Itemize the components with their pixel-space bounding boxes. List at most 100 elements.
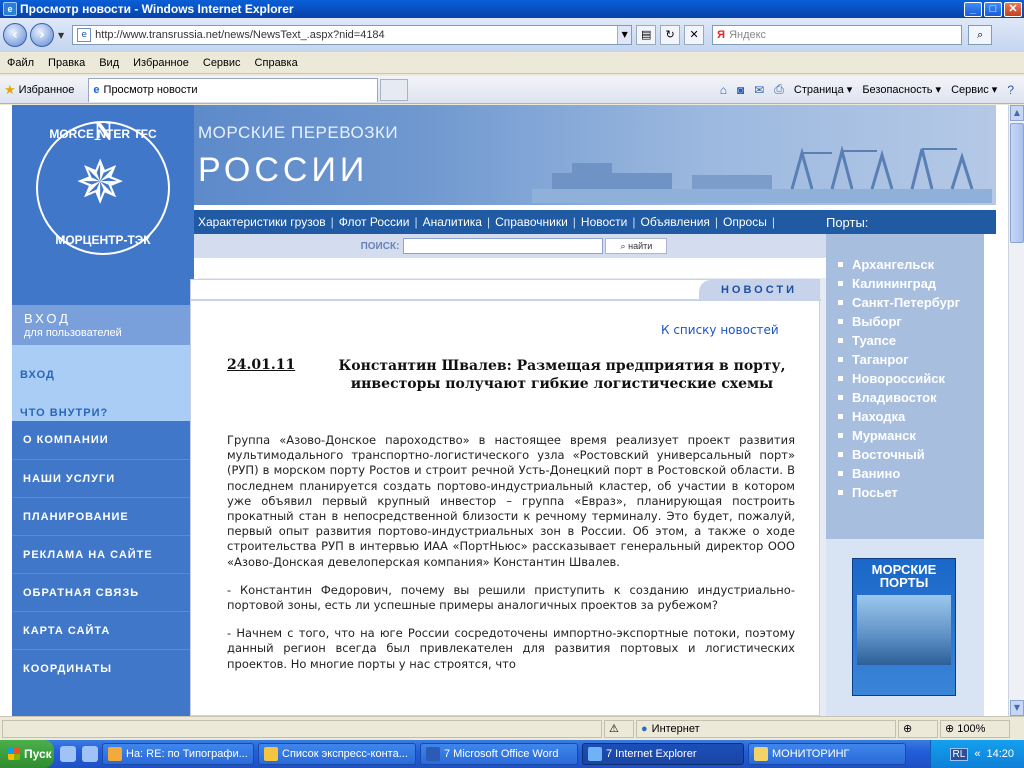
- help-icon[interactable]: ?: [1007, 83, 1014, 97]
- nav-polls[interactable]: Опросы: [723, 215, 767, 229]
- favorites-label: Избранное: [18, 83, 75, 96]
- system-tray: RL « 14:20: [930, 740, 1024, 768]
- port-link[interactable]: Посьет: [836, 483, 984, 502]
- left-menu-item[interactable]: ОБРАТНАЯ СВЯЗЬ: [12, 573, 194, 611]
- tab-label: Просмотр новости: [103, 84, 198, 96]
- nav-separator: |: [771, 215, 775, 229]
- search-button[interactable]: ⌕: [968, 25, 993, 45]
- whats-inside-link[interactable]: ЧТО ВНУТРИ?: [20, 407, 108, 419]
- taskbar-item-label: Список экспресс-конта...: [282, 748, 408, 760]
- menu-tools[interactable]: Сервис: [203, 57, 241, 69]
- left-menu-item[interactable]: ПЛАНИРОВАНИЕ: [12, 497, 194, 535]
- port-link[interactable]: Мурманск: [836, 426, 984, 445]
- port-link[interactable]: Ванино: [836, 464, 984, 483]
- page-menu[interactable]: Страница ▾: [794, 83, 852, 96]
- left-menu-item[interactable]: НАШИ УСЛУГИ: [12, 459, 194, 497]
- login-link[interactable]: ВХОД: [20, 369, 55, 381]
- nav-separator: |: [330, 215, 334, 229]
- vertical-scrollbar[interactable]: ▲ ▼: [1008, 105, 1024, 716]
- port-link[interactable]: Выборг: [836, 312, 984, 331]
- ports-list: Архангельск Калининград Санкт-Петербург …: [836, 255, 984, 502]
- taskbar-item-contacts[interactable]: Список экспресс-конта...: [258, 743, 416, 765]
- history-dropdown-icon[interactable]: ▼: [58, 31, 64, 40]
- home-icon[interactable]: ⌂: [720, 83, 727, 97]
- stop-button[interactable]: ✕: [684, 25, 705, 45]
- tray-expand-icon[interactable]: «: [974, 748, 980, 760]
- menu-view[interactable]: Вид: [99, 57, 119, 69]
- forward-button[interactable]: ›: [30, 23, 54, 47]
- taskbar-item-folder[interactable]: МОНИТОРИНГ: [748, 743, 906, 765]
- scroll-up-icon[interactable]: ▲: [1010, 105, 1024, 121]
- language-indicator[interactable]: RL: [949, 747, 969, 761]
- nav-news[interactable]: Новости: [581, 215, 627, 229]
- left-menu-item[interactable]: КАРТА САЙТА: [12, 611, 194, 649]
- maximize-button[interactable]: □: [984, 1, 1002, 17]
- port-link[interactable]: Архангельск: [836, 255, 984, 274]
- refresh-button[interactable]: ↻: [660, 25, 681, 45]
- port-link[interactable]: Находка: [836, 407, 984, 426]
- left-menu-item[interactable]: КООРДИНАТЫ: [12, 649, 194, 687]
- site-logo[interactable]: MORCE NTER TFC ✵ МОРЦЕНТР-ТЭК N: [12, 105, 194, 305]
- tools-menu[interactable]: Сервис ▾: [951, 83, 997, 96]
- scroll-down-icon[interactable]: ▼: [1010, 700, 1024, 716]
- magazine-title: МОРСКИЕ ПОРТЫ: [871, 562, 937, 590]
- start-button[interactable]: Пуск: [0, 740, 54, 768]
- new-tab-button[interactable]: [380, 78, 409, 101]
- taskbar-item-label: На: RE: по Типографи...: [126, 748, 248, 760]
- nav-separator: |: [414, 215, 418, 229]
- ie-app-icon: [588, 747, 602, 761]
- taskbar-item-word[interactable]: 7 Microsoft Office Word: [420, 743, 578, 765]
- nav-ads[interactable]: Объявления: [641, 215, 710, 229]
- taskbar-item-label: 7 Internet Explorer: [606, 748, 697, 760]
- close-button[interactable]: ✕: [1004, 1, 1022, 17]
- nav-cargo[interactable]: Характеристики грузов: [198, 215, 326, 229]
- taskbar-item-mail[interactable]: На: RE: по Типографи...: [102, 743, 254, 765]
- mail-icon[interactable]: ✉: [754, 83, 764, 97]
- port-link[interactable]: Владивосток: [836, 388, 984, 407]
- address-url[interactable]: http://www.transrussia.net/news/NewsText…: [95, 29, 617, 41]
- site-search-button-label: найти: [628, 241, 653, 251]
- magazine-banner[interactable]: МОРСКИЕ ПОРТЫ: [852, 558, 956, 696]
- menu-file[interactable]: Файл: [7, 57, 34, 69]
- port-link[interactable]: Восточный: [836, 445, 984, 464]
- back-to-news-link[interactable]: К списку новостей: [661, 323, 779, 337]
- address-dropdown-icon[interactable]: ▼: [617, 26, 632, 44]
- favorites-button[interactable]: ★ Избранное: [4, 82, 74, 98]
- rss-icon[interactable]: ◙: [737, 83, 744, 97]
- left-menu-item[interactable]: О КОМПАНИИ: [12, 421, 194, 459]
- compatibility-icon[interactable]: ▤: [636, 25, 657, 45]
- port-link[interactable]: Санкт-Петербург: [836, 293, 984, 312]
- zoom-control[interactable]: ⊕ 100%: [940, 719, 1010, 738]
- site-search-button[interactable]: ⌕ найти: [605, 238, 668, 254]
- desktop-quicklaunch-icon[interactable]: [82, 746, 98, 762]
- menu-favorites[interactable]: Избранное: [133, 57, 189, 69]
- minimize-button[interactable]: _: [964, 1, 982, 17]
- ie-quicklaunch-icon[interactable]: [60, 746, 76, 762]
- port-link[interactable]: Калининград: [836, 274, 984, 293]
- menu-help[interactable]: Справка: [255, 57, 298, 69]
- news-content: НОВОСТИ К списку новостей 24.01.11 Конст…: [190, 279, 821, 716]
- protection-icon[interactable]: ⊕: [898, 719, 938, 738]
- address-bar[interactable]: e http://www.transrussia.net/news/NewsTe…: [72, 25, 633, 45]
- print-icon[interactable]: ⎙: [774, 82, 784, 97]
- nav-separator: |: [572, 215, 576, 229]
- protected-mode-icon: ⚠: [604, 719, 634, 738]
- port-link[interactable]: Туапсе: [836, 331, 984, 350]
- menu-edit[interactable]: Правка: [48, 57, 85, 69]
- nav-analytics[interactable]: Аналитика: [423, 215, 482, 229]
- scrollbar-thumb[interactable]: [1010, 123, 1024, 243]
- star-icon: ★: [4, 81, 16, 97]
- safety-menu[interactable]: Безопасность ▾: [862, 83, 941, 96]
- left-menu-item[interactable]: РЕКЛАМА НА САЙТЕ: [12, 535, 194, 573]
- search-input[interactable]: Я Яндекс: [712, 25, 963, 45]
- taskbar-item-ie[interactable]: 7 Internet Explorer: [582, 743, 744, 765]
- nav-fleet[interactable]: Флот России: [339, 215, 410, 229]
- port-link[interactable]: Новороссийск: [836, 369, 984, 388]
- tab-current[interactable]: e Просмотр новости: [88, 77, 379, 102]
- port-link[interactable]: Таганрог: [836, 350, 984, 369]
- start-label: Пуск: [24, 747, 52, 761]
- folder-icon: [754, 747, 768, 761]
- site-search-input[interactable]: [403, 238, 604, 254]
- nav-reference[interactable]: Справочники: [495, 215, 568, 229]
- back-button[interactable]: ‹: [3, 23, 27, 47]
